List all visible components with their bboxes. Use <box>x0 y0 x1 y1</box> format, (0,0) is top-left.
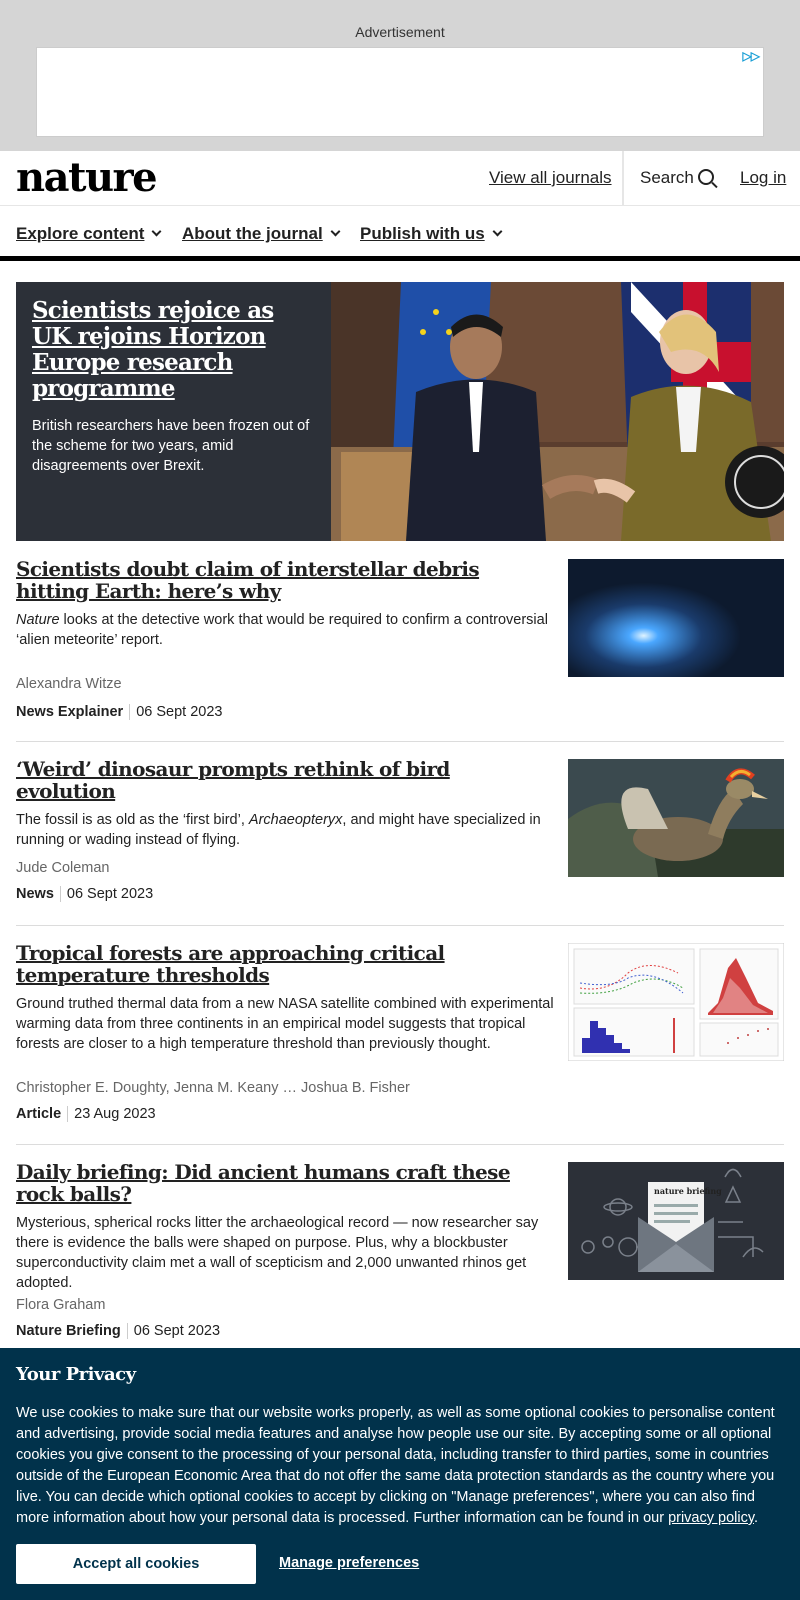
article-type: Nature Briefing <box>16 1323 128 1339</box>
article-meta: Nature Briefing 06 Sept 2023 <box>16 1323 220 1339</box>
hero-title-link[interactable]: Scientists rejoice as UK rejoins Horizon… <box>32 298 312 402</box>
article-card: ‘Weird’ dinosaur prompts rethink of bird… <box>16 758 784 902</box>
privacy-policy-link[interactable]: privacy policy <box>668 1510 754 1526</box>
article-description-text: looks at the detective work that would b… <box>16 612 548 648</box>
chevron-down-icon <box>330 226 341 237</box>
nature-logo[interactable]: nature <box>16 151 158 205</box>
article-description: The fossil is as old as the ‘first bird’… <box>16 810 556 850</box>
privacy-text: We use cookies to make sure that our web… <box>16 1403 786 1529</box>
divider <box>16 925 784 926</box>
article-type: News Explainer <box>16 704 131 720</box>
article-title-link[interactable]: Tropical forests are approaching critica… <box>16 942 546 986</box>
divider <box>16 1144 784 1145</box>
privacy-title: Your Privacy <box>16 1364 136 1385</box>
search-icon <box>697 169 714 185</box>
article-description: Ground truthed thermal data from a new N… <box>16 996 554 1052</box>
nav-about-the-journal[interactable]: About the journal <box>182 224 341 244</box>
article-authors: Alexandra Witze <box>16 676 122 692</box>
nav-about-the-journal-label: About the journal <box>182 224 323 243</box>
accept-all-cookies-button[interactable]: Accept all cookies <box>16 1544 256 1584</box>
hero-image <box>331 282 784 541</box>
advertisement-slot[interactable]: ▷▷ <box>36 47 764 137</box>
article-meta: News Explainer 06 Sept 2023 <box>16 704 222 720</box>
privacy-body: We use cookies to make sure that our web… <box>16 1405 775 1526</box>
article-authors: Jude Coleman <box>16 860 110 876</box>
privacy-end: . <box>754 1510 759 1526</box>
nav-publish-with-us-label: Publish with us <box>360 224 485 243</box>
article-authors: Christopher E. Doughty, Jenna M. Keany …… <box>16 1080 410 1096</box>
chevron-down-icon <box>492 226 503 237</box>
article-meta: Article 23 Aug 2023 <box>16 1106 156 1122</box>
interstellar-object-image <box>568 559 784 677</box>
article-type: Article <box>16 1106 69 1122</box>
article-title-link[interactable]: Daily briefing: Did ancient humans craft… <box>16 1161 546 1205</box>
article-title-link[interactable]: Scientists doubt claim of interstellar d… <box>16 558 546 602</box>
article-authors: Flora Graham <box>16 1297 106 1313</box>
article-meta: News 06 Sept 2023 <box>16 886 153 902</box>
article-title-link[interactable]: ‘Weird’ dinosaur prompts rethink of bird… <box>16 758 546 802</box>
search-label: Search <box>640 168 694 187</box>
article-date: 06 Sept 2023 <box>66 886 154 902</box>
hero-description: British researchers have been frozen out… <box>32 418 310 474</box>
chevron-down-icon <box>152 226 162 237</box>
cookie-consent-banner: Your Privacy We use cookies to make sure… <box>0 1348 800 1600</box>
article-card: Daily briefing: Did ancient humans craft… <box>16 1161 784 1339</box>
article-card: Scientists doubt claim of interstellar d… <box>16 558 784 720</box>
briefing-logo-text: nature briefing <box>654 1186 722 1196</box>
manage-preferences-button[interactable]: Manage preferences <box>279 1555 419 1571</box>
nav-explore-content-label: Explore content <box>16 224 145 243</box>
temperature-chart-image <box>568 943 784 1061</box>
nature-briefing-image: nature briefing <box>568 1162 784 1280</box>
article-card: Tropical forests are approaching critica… <box>16 942 784 1122</box>
view-all-journals-link[interactable]: View all journals <box>489 168 612 188</box>
adchoices-icon[interactable]: ▷▷ <box>743 49 760 63</box>
login-link[interactable]: Log in <box>740 168 786 188</box>
dinosaur-illustration-image <box>568 759 784 877</box>
article-description: Mysterious, spherical rocks litter the a… <box>16 1215 539 1291</box>
article-description: Nature looks at the detective work that … <box>16 610 556 650</box>
site-header: nature View all journals Search Log in <box>0 151 800 205</box>
article-description-text: The fossil is as old as the ‘first bird’… <box>16 812 249 828</box>
hero-story: Scientists rejoice as UK rejoins Horizon… <box>16 282 784 541</box>
article-date: 06 Sept 2023 <box>136 704 223 720</box>
advertisement-label: Advertisement <box>355 24 445 40</box>
article-date: 06 Sept 2023 <box>133 1323 221 1339</box>
search-button[interactable]: Search <box>640 168 714 188</box>
divider <box>16 741 784 742</box>
nav-explore-content[interactable]: Explore content <box>16 224 162 244</box>
hero-text: Scientists rejoice as UK rejoins Horizon… <box>32 298 312 476</box>
advertisement-band: Advertisement ▷▷ <box>0 0 800 151</box>
article-description-italic: Nature <box>16 612 60 628</box>
header-divider <box>622 151 624 205</box>
main-navigation: Explore content About the journal Publis… <box>0 205 800 261</box>
nav-publish-with-us[interactable]: Publish with us <box>360 224 503 244</box>
article-date: 23 Aug 2023 <box>74 1106 156 1122</box>
article-description-italic: Archaeopteryx <box>248 812 343 828</box>
article-type: News <box>16 886 61 902</box>
